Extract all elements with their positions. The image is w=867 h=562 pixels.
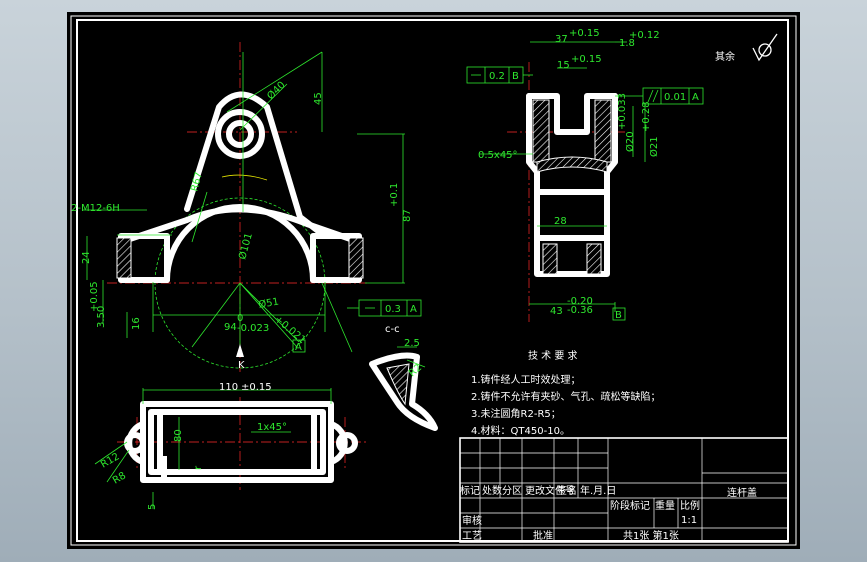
datum-b-side: B <box>615 310 622 321</box>
mark-label: 阶段标记 <box>610 499 650 512</box>
dim-d94: 94 <box>224 322 237 333</box>
dim-h24: 24 <box>81 251 92 264</box>
dim-h5: 5 <box>147 504 158 510</box>
title-block: 标记 处数 分区 更改文件号 签名 年.月.日 阶段标记 重量 比例 1:1 审… <box>459 437 789 543</box>
dim-w37: 37 <box>555 34 568 45</box>
dim-d20: Ø20 <box>624 131 636 152</box>
weight-label: 重量 <box>655 499 675 512</box>
approve-label: 批准 <box>533 529 553 542</box>
dim-d20-tol: +0.033 <box>617 93 628 130</box>
dim-d2-5: 2.5 <box>404 338 420 349</box>
svg-text:0.2: 0.2 <box>489 71 505 82</box>
dim-h3-5-tol: +0.05 <box>89 281 100 312</box>
dim-h45: 45 <box>313 92 324 105</box>
tech-req-item: 4.材料：QT450-10。 <box>471 424 570 437</box>
front-view: Ø40 45 R67 Ø101 Ø51 +0.021 94 0 -0.023 8… <box>71 42 422 372</box>
scale-label: 比例 <box>680 499 700 512</box>
dim-h87-tol: +0.1 <box>389 183 400 207</box>
dim-d21-tol: +0.28 <box>641 101 652 132</box>
dim-d21: Ø21 <box>648 136 660 157</box>
svg-text:0.3: 0.3 <box>385 304 401 315</box>
process-label: 工艺 <box>462 530 482 542</box>
title-row-label: 年.月.日 <box>580 484 616 497</box>
engineering-drawing: Ø40 45 R67 Ø101 Ø51 +0.021 94 0 -0.023 8… <box>70 15 797 546</box>
dim-w1-8-tol: +0.12 <box>629 30 660 41</box>
cad-drawing-viewport[interactable]: Ø40 45 R67 Ø101 Ø51 +0.021 94 0 -0.023 8… <box>67 12 800 549</box>
dim-w28: 28 <box>554 216 567 227</box>
tolerance-flatness-bottom: 0.3 A <box>347 299 422 317</box>
dim-w43: 43 <box>550 306 563 317</box>
dim-w37-tol: +0.15 <box>569 28 600 39</box>
dim-w110-tol: ±0.15 <box>241 382 272 393</box>
tolerance-parallelism: 0.01 A <box>615 87 704 105</box>
sheets-label: 共1张 第1张 <box>623 529 679 542</box>
datum-a-front: A <box>295 342 302 353</box>
dim-d101: Ø101 <box>236 232 255 261</box>
dim-w15-tol: +0.15 <box>571 54 602 65</box>
view-label-k: K <box>238 360 245 371</box>
dim-r2: R2 <box>407 362 424 379</box>
dim-d51: Ø51 <box>257 296 279 311</box>
scale-value: 1:1 <box>681 515 697 526</box>
dim-chamfer-1: 1x45° <box>257 422 287 433</box>
dim-w43-sub: -0.36 <box>567 305 593 316</box>
dim-chamfer-0-5: 0.5x45° <box>478 150 518 161</box>
svg-text:A: A <box>692 92 699 103</box>
dim-m12: 2-M12-6H <box>71 203 120 214</box>
bottom-view: 110 ±0.15 1x45° R12 R8 80 5 r <box>94 382 367 510</box>
dim-r-small: r <box>193 465 204 470</box>
dim-d94-sub: -0.023 <box>237 323 269 334</box>
tech-req-item: 2.铸件不允许有夹砂、气孔、疏松等缺陷； <box>471 390 661 403</box>
dim-w15: 15 <box>557 60 570 71</box>
tech-req-title: 技 术 要 求 <box>528 349 578 362</box>
part-name: 连杆盖 <box>727 486 757 499</box>
dim-h87: 87 <box>402 209 413 222</box>
dim-w110: 110 <box>219 382 238 393</box>
section-label: c-c <box>385 324 400 335</box>
side-view: 37 +0.15 1.8 +0.12 15 +0.15 0.5x45° Ø20 … <box>466 28 778 322</box>
dim-d51-tol: +0.021 <box>272 314 307 346</box>
dim-r67: R67 <box>189 171 205 193</box>
tech-req-item: 1.铸件经人工时效处理； <box>471 373 581 386</box>
title-row-label: 分区 <box>502 485 522 497</box>
title-row-label: 处数 <box>482 484 502 497</box>
svg-text:B: B <box>512 71 519 82</box>
outer-frame <box>70 15 797 546</box>
review-label: 审核 <box>462 514 482 527</box>
dim-r12: R12 <box>99 451 122 470</box>
dim-h16: 16 <box>131 317 142 330</box>
title-row-label: 标记 <box>460 485 480 497</box>
roughness-note: 其余 <box>715 50 735 63</box>
title-row-label: 签名 <box>557 484 577 497</box>
dim-d40: Ø40 <box>265 79 288 102</box>
technical-requirements: 技 术 要 求 1.铸件经人工时效处理； 2.铸件不允许有夹砂、气孔、疏松等缺陷… <box>471 349 661 437</box>
section-cc: c-c 2.5 R2 <box>369 324 438 431</box>
dim-h80: 80 <box>173 429 184 442</box>
tolerance-flatness-top: 0.2 B <box>466 66 533 84</box>
svg-text:0.01: 0.01 <box>664 92 686 103</box>
tech-req-item: 3.未注圆角R2-R5； <box>471 407 561 420</box>
svg-text:A: A <box>410 304 417 315</box>
